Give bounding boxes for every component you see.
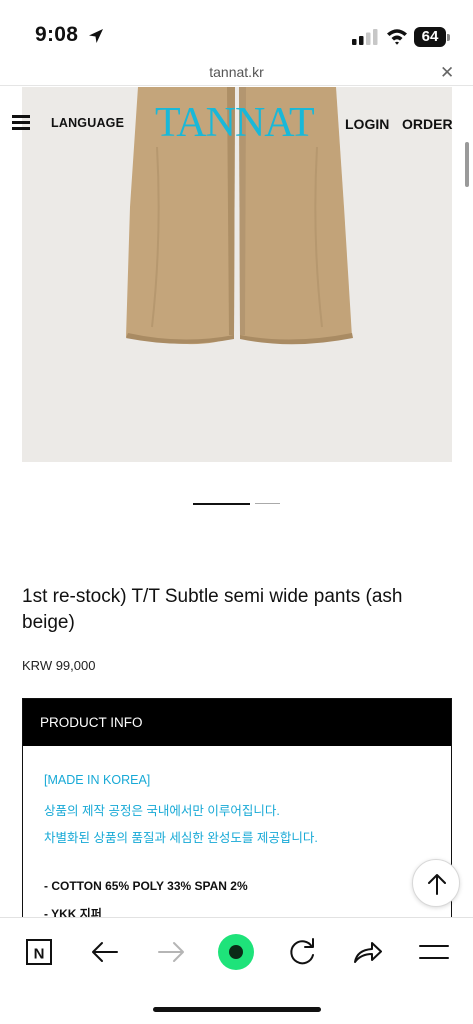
scroll-to-top-button[interactable] [412,859,460,907]
location-arrow-icon [89,29,103,43]
battery-level: 64 [414,27,446,47]
product-price: KRW 99,000 [22,658,96,673]
order-link[interactable]: ORDER [402,116,453,132]
info-line-2: 차별화된 상품의 품질과 세심한 완성도를 제공합니다. [44,831,318,845]
back-arrow-icon[interactable] [87,934,123,970]
reload-icon[interactable] [284,934,320,970]
info-line-1: 상품의 제작 공정은 국내에서만 이루어집니다. [44,804,280,818]
web-page: LANGUAGE TANNAT LOGIN ORDER 1st re-stock… [0,87,473,917]
carousel-dot-active[interactable] [193,503,250,505]
home-indicator[interactable] [153,1007,321,1012]
product-info-heading[interactable]: PRODUCT INFO [23,699,451,746]
product-title: 1st re-stock) T/T Subtle semi wide pants… [22,586,403,633]
composition-text: - COTTON 65% POLY 33% SPAN 2% [44,879,248,893]
arrow-up-icon [428,874,446,895]
naver-n-icon[interactable]: N [22,934,58,970]
site-header: LANGUAGE TANNAT LOGIN ORDER [0,87,473,157]
battery-icon: 64 [414,27,450,47]
menu-icon[interactable] [416,934,452,970]
status-time: 9:08 [35,23,79,46]
language-link[interactable]: LANGUAGE [51,116,124,130]
url-text[interactable]: tannat.kr [0,64,473,80]
battery-cap [447,34,450,41]
green-dot-icon[interactable] [218,934,254,970]
made-in-text: [MADE IN KOREA] [44,773,151,787]
product-info-section: PRODUCT INFO [MADE IN KOREA] 상품의 제작 공정은 … [22,698,452,917]
carousel-dot[interactable] [255,503,280,504]
scrollbar[interactable] [465,142,469,187]
forward-arrow-icon[interactable] [153,934,189,970]
status-bar: 9:08 64 [0,0,473,62]
zipper-text: - YKK 지퍼 [44,907,102,917]
close-icon[interactable]: ✕ [440,63,454,83]
url-bar[interactable]: tannat.kr ✕ [0,62,473,86]
site-logo[interactable]: TANNAT [155,101,315,145]
carousel-indicator [193,503,283,506]
wifi-icon [387,29,407,45]
share-icon[interactable] [350,934,386,970]
naver-letter: N [34,946,45,963]
signal-icon [352,29,378,45]
login-link[interactable]: LOGIN [345,116,389,132]
hamburger-menu-icon[interactable] [12,115,30,130]
